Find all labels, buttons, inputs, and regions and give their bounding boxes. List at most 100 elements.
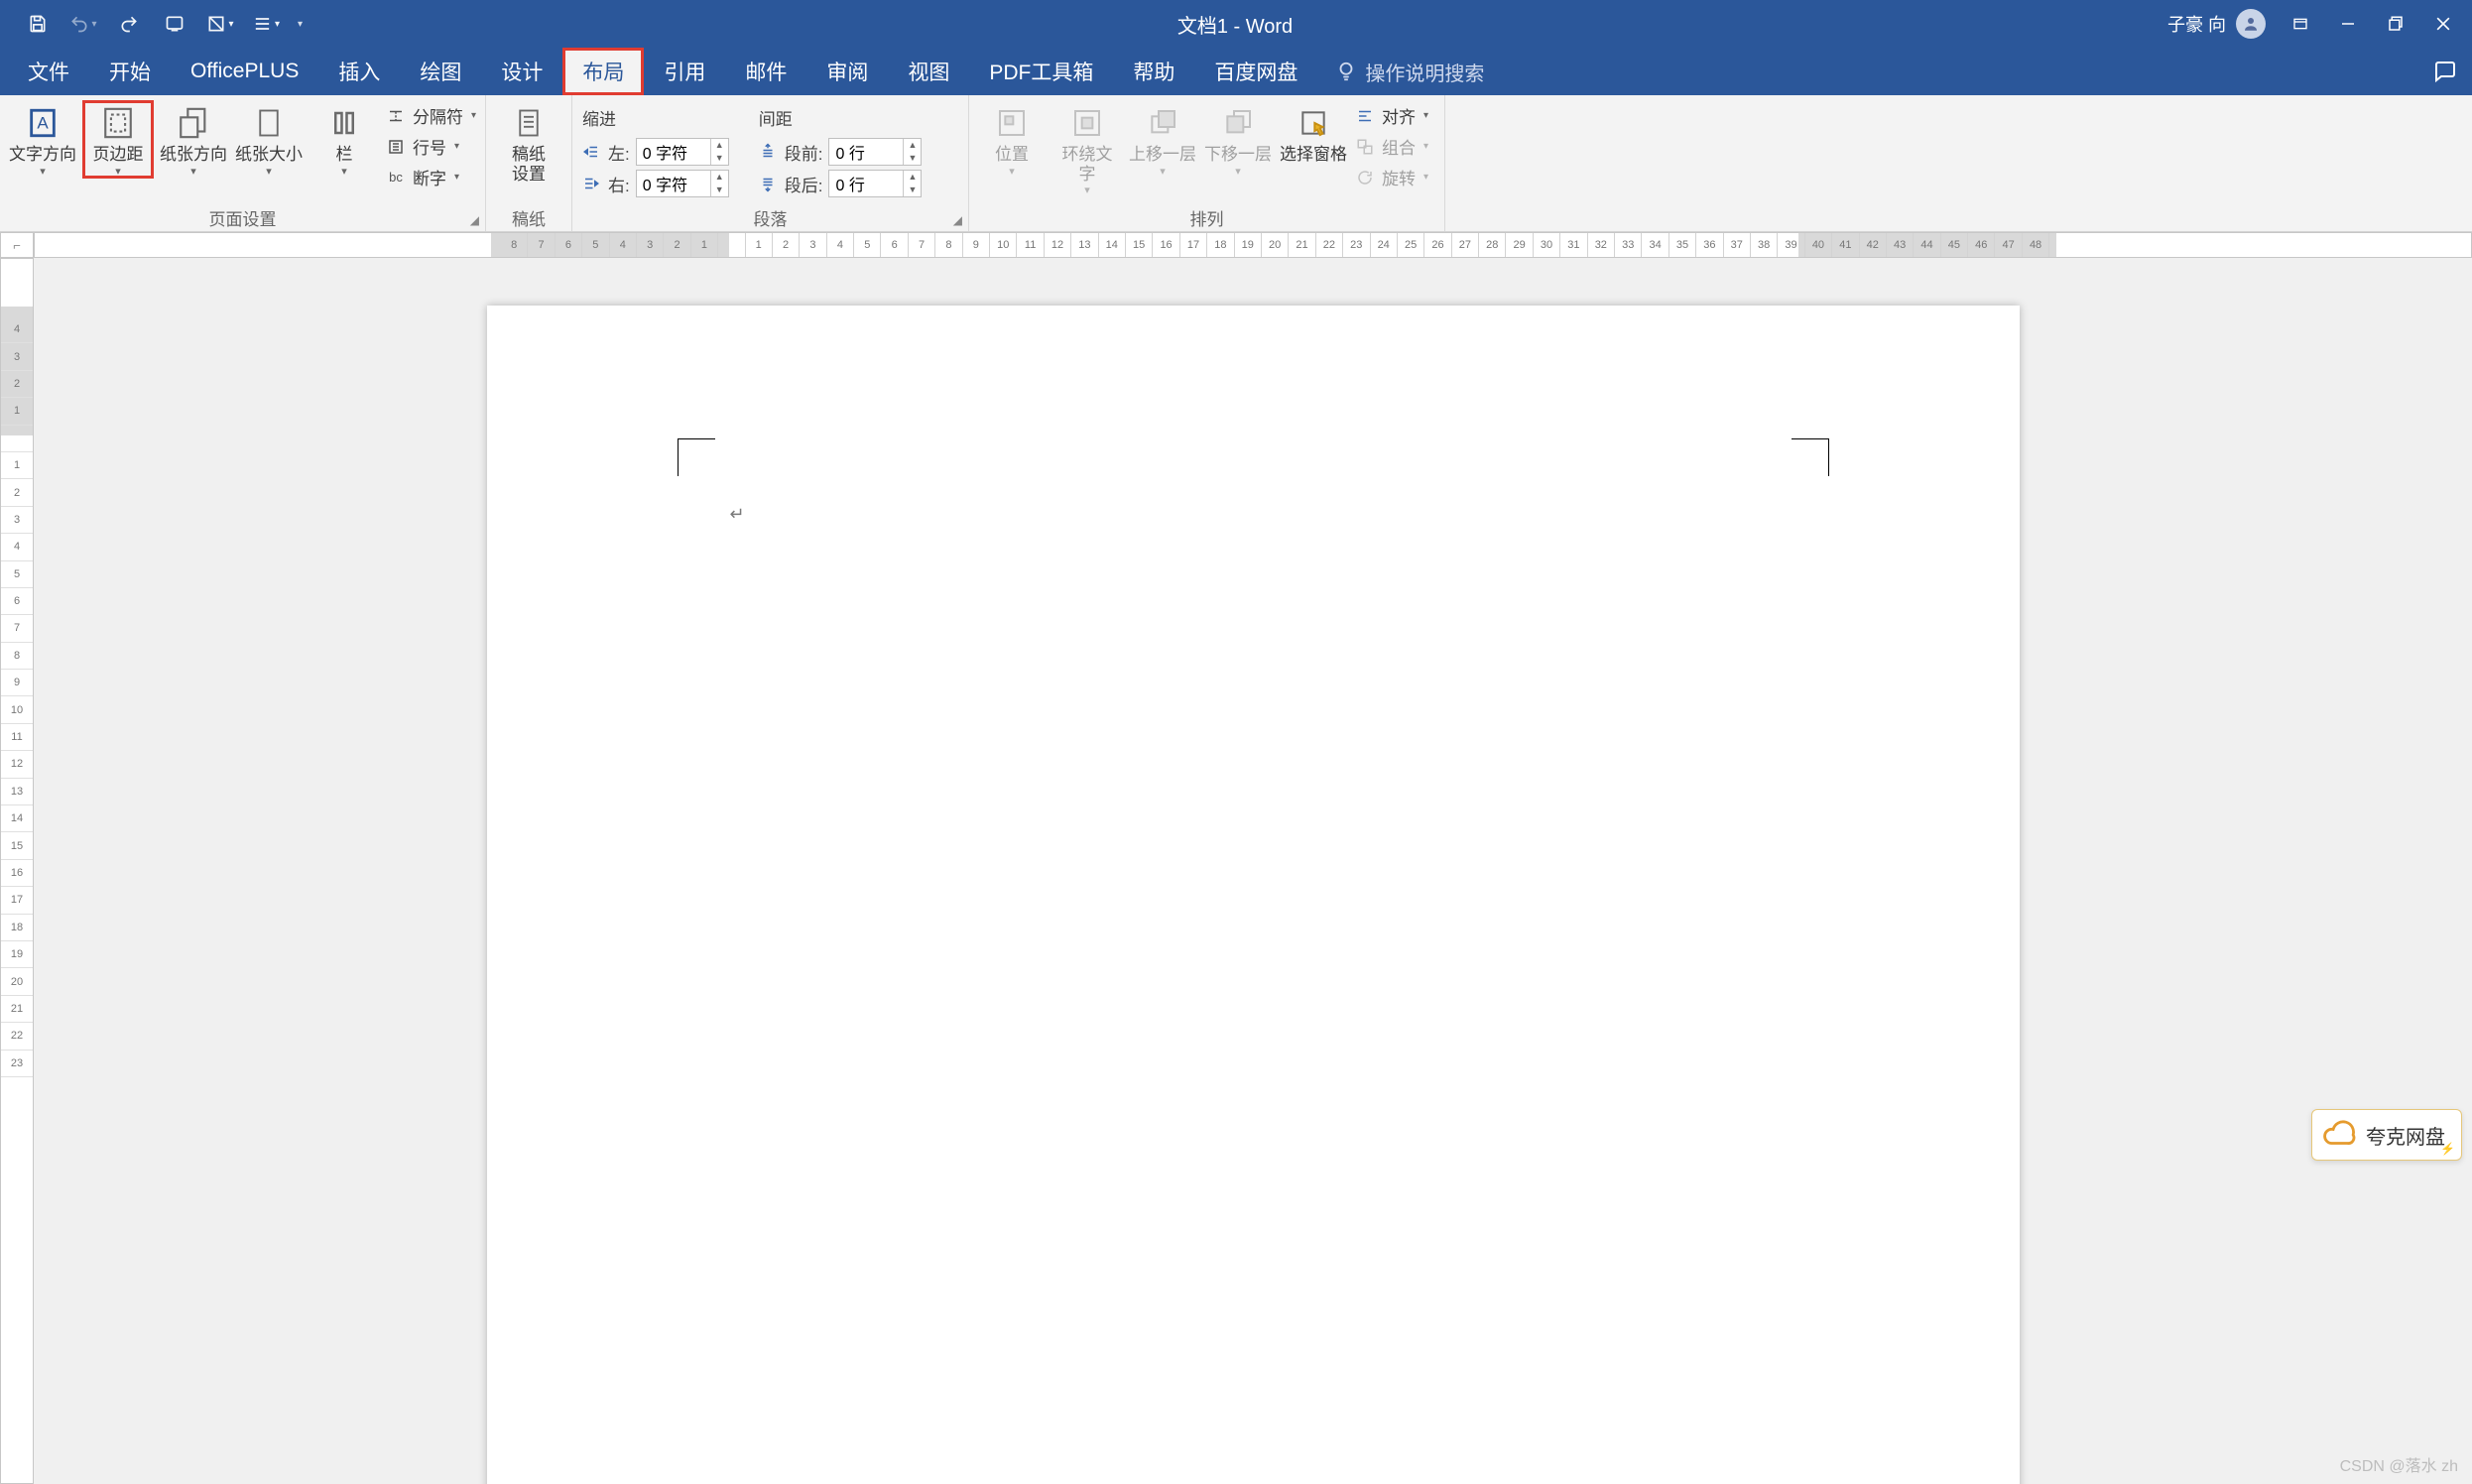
document-canvas[interactable]: ↵ bbox=[34, 258, 2472, 1484]
align-button[interactable]: 对齐▾ bbox=[1354, 103, 1428, 128]
tab-insert[interactable]: 插入 bbox=[318, 48, 400, 95]
qat-icon-6[interactable] bbox=[252, 10, 280, 38]
indent-left-icon bbox=[580, 141, 602, 163]
tab-review[interactable]: 审阅 bbox=[806, 48, 888, 95]
tab-mailings[interactable]: 邮件 bbox=[725, 48, 806, 95]
undo-icon[interactable] bbox=[69, 10, 97, 38]
align-icon bbox=[1354, 105, 1376, 127]
tab-view[interactable]: 视图 bbox=[888, 48, 969, 95]
qat-icon-4[interactable] bbox=[161, 10, 188, 38]
selection-pane-button[interactable]: 选择窗格 bbox=[1279, 101, 1348, 165]
orientation-icon bbox=[174, 103, 213, 143]
cloud-icon bbox=[2322, 1118, 2356, 1152]
position-button[interactable]: 位置▾ bbox=[977, 101, 1047, 178]
close-icon[interactable] bbox=[2430, 11, 2456, 37]
qat-icon-5[interactable] bbox=[206, 10, 234, 38]
quick-access-toolbar: ▾ bbox=[0, 10, 303, 38]
tab-baidu[interactable]: 百度网盘 bbox=[1194, 48, 1317, 95]
watermark: CSDN @落水 zh bbox=[2340, 1452, 2458, 1476]
svg-text:A: A bbox=[37, 114, 49, 133]
wrap-icon bbox=[1067, 103, 1107, 143]
tab-officeplus[interactable]: OfficePLUS bbox=[171, 48, 318, 95]
group-page-setup: A 文字方向▾ 页边距▾ 纸张方向▾ 纸张大小▾ 栏▾ 分隔符▾ 行号▾ bbox=[0, 95, 486, 231]
margin-corner-tl bbox=[678, 438, 715, 476]
quark-netdisk-badge[interactable]: 夸克网盘 ⚡ bbox=[2311, 1109, 2462, 1161]
save-icon[interactable] bbox=[24, 10, 52, 38]
group-arrange: 位置▾ 环绕文 字▾ 上移一层▾ 下移一层▾ 选择窗格 对齐▾ 组合▾ 旋转▾ … bbox=[969, 95, 1445, 231]
size-button[interactable]: 纸张大小▾ bbox=[234, 101, 304, 178]
group-label-arrange: 排列 bbox=[1190, 210, 1224, 229]
tab-design[interactable]: 设计 bbox=[481, 48, 562, 95]
vertical-ruler[interactable]: 4321123456789101112131415161718192021222… bbox=[0, 258, 34, 1484]
selection-pane-icon bbox=[1294, 103, 1333, 143]
restore-icon[interactable] bbox=[2383, 11, 2409, 37]
group-objects-icon bbox=[1354, 136, 1376, 158]
tab-help[interactable]: 帮助 bbox=[1113, 48, 1194, 95]
tab-home[interactable]: 开始 bbox=[89, 48, 171, 95]
page-setup-launcher-icon[interactable]: ◢ bbox=[470, 213, 479, 227]
margins-button[interactable]: 页边距▾ bbox=[83, 101, 153, 178]
hyphenation-icon: bc bbox=[385, 167, 407, 188]
redo-icon[interactable] bbox=[115, 10, 143, 38]
group-label-manuscript: 稿纸 bbox=[512, 210, 546, 229]
ribbon: A 文字方向▾ 页边距▾ 纸张方向▾ 纸张大小▾ 栏▾ 分隔符▾ 行号▾ bbox=[0, 95, 2472, 232]
line-numbers-icon bbox=[385, 136, 407, 158]
tab-references[interactable]: 引用 bbox=[644, 48, 725, 95]
page-setup-mini: 分隔符▾ 行号▾ bc断字▾ bbox=[385, 101, 476, 189]
tab-draw[interactable]: 绘图 bbox=[400, 48, 481, 95]
workspace: ⌐ 87654321123456789101112131415161718192… bbox=[0, 232, 2472, 1484]
bolt-icon: ⚡ bbox=[2440, 1142, 2455, 1156]
spacing-before-row: 段前: ▲▼ bbox=[757, 138, 923, 166]
rotate-button[interactable]: 旋转▾ bbox=[1354, 165, 1428, 189]
indent-right-row: 右: ▲▼ bbox=[580, 170, 729, 197]
breaks-icon bbox=[385, 105, 407, 127]
tab-layout[interactable]: 布局 bbox=[562, 48, 644, 95]
columns-button[interactable]: 栏▾ bbox=[309, 101, 379, 178]
breaks-button[interactable]: 分隔符▾ bbox=[385, 103, 476, 128]
ruler-corner[interactable]: ⌐ bbox=[0, 232, 34, 258]
title-bar: ▾ 文档1 - Word 子豪 向 bbox=[0, 0, 2472, 48]
page[interactable]: ↵ bbox=[487, 306, 2020, 1484]
send-backward-button[interactable]: 下移一层▾ bbox=[1203, 101, 1273, 178]
spacing-before-input[interactable]: ▲▼ bbox=[828, 138, 922, 166]
bring-forward-icon bbox=[1143, 103, 1182, 143]
text-direction-button[interactable]: A 文字方向▾ bbox=[8, 101, 77, 178]
indent-head: 缩进 bbox=[580, 103, 729, 134]
comments-icon[interactable] bbox=[2418, 48, 2472, 95]
paragraph-mark-icon: ↵ bbox=[730, 504, 745, 525]
tell-me-label: 操作说明搜索 bbox=[1365, 58, 1484, 86]
size-icon bbox=[249, 103, 289, 143]
bring-forward-button[interactable]: 上移一层▾ bbox=[1128, 101, 1197, 178]
group-label-paragraph: 段落 bbox=[754, 210, 788, 229]
title-right: 子豪 向 bbox=[2167, 9, 2472, 39]
spacing-before-icon bbox=[757, 141, 779, 163]
arrange-mini: 对齐▾ 组合▾ 旋转▾ bbox=[1354, 101, 1428, 189]
send-backward-icon bbox=[1218, 103, 1258, 143]
qat-customize-icon[interactable]: ▾ bbox=[298, 19, 303, 30]
ribbon-display-icon[interactable] bbox=[2287, 11, 2313, 37]
tab-file[interactable]: 文件 bbox=[8, 48, 89, 95]
manuscript-icon bbox=[509, 103, 549, 143]
indent-right-icon bbox=[580, 173, 602, 194]
rotate-icon bbox=[1354, 167, 1376, 188]
group-label-page-setup: 页面设置 bbox=[209, 210, 277, 229]
tab-pdf[interactable]: PDF工具箱 bbox=[969, 48, 1113, 95]
lightbulb-icon bbox=[1335, 61, 1357, 82]
paragraph-launcher-icon[interactable]: ◢ bbox=[953, 213, 962, 227]
group-paragraph: 缩进 左: ▲▼ 右: ▲▼ 间距 段前: ▲▼ bbox=[572, 95, 969, 231]
indent-right-input[interactable]: ▲▼ bbox=[636, 170, 729, 197]
hyphenation-button[interactable]: bc断字▾ bbox=[385, 165, 476, 189]
horizontal-ruler[interactable]: 8765432112345678910111213141516171819202… bbox=[34, 232, 2472, 258]
spacing-after-input[interactable]: ▲▼ bbox=[828, 170, 922, 197]
group-objects-button[interactable]: 组合▾ bbox=[1354, 134, 1428, 159]
wrap-button[interactable]: 环绕文 字▾ bbox=[1052, 101, 1122, 196]
minimize-icon[interactable] bbox=[2335, 11, 2361, 37]
text-direction-icon: A bbox=[23, 103, 62, 143]
manuscript-button[interactable]: 稿纸 设置 bbox=[494, 101, 563, 184]
orientation-button[interactable]: 纸张方向▾ bbox=[159, 101, 228, 178]
user-account[interactable]: 子豪 向 bbox=[2167, 9, 2266, 39]
indent-left-input[interactable]: ▲▼ bbox=[636, 138, 729, 166]
tell-me[interactable]: 操作说明搜索 bbox=[1335, 48, 1484, 95]
line-numbers-button[interactable]: 行号▾ bbox=[385, 134, 476, 159]
columns-icon bbox=[324, 103, 364, 143]
